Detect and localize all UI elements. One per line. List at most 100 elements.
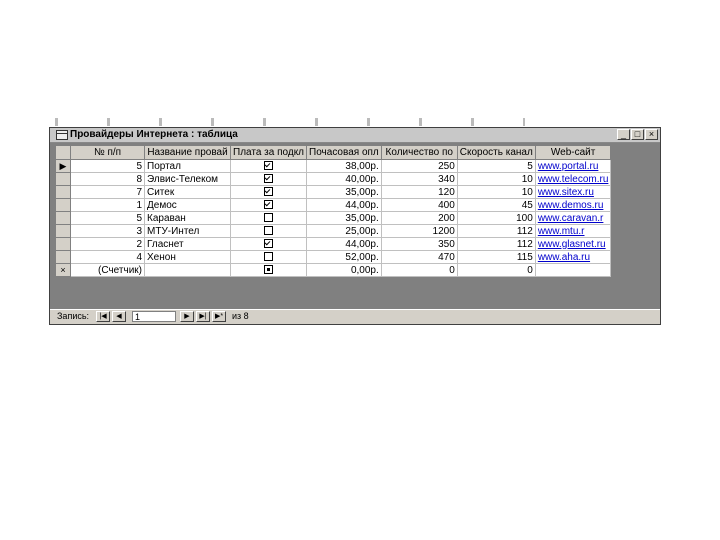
name-cell[interactable]: Элвис-Телеком <box>144 172 231 186</box>
site-cell[interactable] <box>534 263 612 277</box>
checkbox[interactable] <box>264 200 273 210</box>
count-cell[interactable]: 400 <box>380 198 458 212</box>
record-selector[interactable] <box>55 185 71 199</box>
column-header[interactable]: Количество по <box>380 145 458 160</box>
id-cell[interactable]: 3 <box>70 224 145 238</box>
hourly-cell[interactable]: 40,00р. <box>306 172 382 186</box>
website-link[interactable]: www.demos.ru <box>538 200 604 211</box>
record-selector[interactable]: × <box>55 263 71 277</box>
record-selector[interactable] <box>55 250 71 264</box>
fee-cell[interactable] <box>229 172 308 186</box>
speed-cell[interactable]: 112 <box>456 237 536 251</box>
last-record-button[interactable]: ▶| <box>196 311 210 322</box>
name-cell[interactable]: Караван <box>144 211 231 225</box>
column-header[interactable]: Web-сайт <box>534 145 612 160</box>
checkbox[interactable] <box>264 226 273 236</box>
fee-cell[interactable] <box>229 159 308 173</box>
name-cell[interactable] <box>144 263 231 277</box>
table-row[interactable]: 4 Хенон 52,00р. 470 115 www.aha.ru <box>55 250 612 264</box>
table-row[interactable]: 1 Демос 44,00р. 400 45 www.demos.ru <box>55 198 612 212</box>
site-cell[interactable]: www.portal.ru <box>534 159 612 173</box>
minimize-button[interactable]: _ <box>617 129 630 140</box>
speed-cell[interactable]: 115 <box>456 250 536 264</box>
id-cell[interactable]: 4 <box>70 250 145 264</box>
count-cell[interactable]: 200 <box>380 211 458 225</box>
close-button[interactable]: × <box>645 129 658 140</box>
id-cell[interactable]: 7 <box>70 185 145 199</box>
record-selector[interactable] <box>55 172 71 186</box>
name-cell[interactable]: МТУ-Интел <box>144 224 231 238</box>
id-cell[interactable]: 5 <box>70 211 145 225</box>
site-cell[interactable]: www.mtu.r <box>534 224 612 238</box>
record-selector[interactable] <box>55 211 71 225</box>
name-cell[interactable]: Демос <box>144 198 231 212</box>
checkbox[interactable] <box>264 252 273 262</box>
id-cell[interactable]: 8 <box>70 172 145 186</box>
column-header[interactable]: № п/п <box>70 145 145 160</box>
website-link[interactable]: www.caravan.r <box>538 213 604 224</box>
speed-cell[interactable]: 10 <box>456 172 536 186</box>
website-link[interactable]: www.mtu.r <box>538 226 585 237</box>
record-selector[interactable] <box>55 237 71 251</box>
fee-cell[interactable] <box>229 263 308 277</box>
website-link[interactable]: www.portal.ru <box>538 161 599 172</box>
record-selector[interactable]: ▶ <box>55 159 71 173</box>
table-row[interactable]: 2 Гласнет 44,00р. 350 112 www.glasnet.ru <box>55 237 612 251</box>
site-cell[interactable]: www.telecom.ru <box>534 172 612 186</box>
hourly-cell[interactable]: 44,00р. <box>306 198 382 212</box>
checkbox[interactable] <box>264 174 273 184</box>
name-cell[interactable]: Портал <box>144 159 231 173</box>
site-cell[interactable]: www.sitex.ru <box>534 185 612 199</box>
site-cell[interactable]: www.demos.ru <box>534 198 612 212</box>
fee-cell[interactable] <box>229 224 308 238</box>
table-row[interactable]: × (Счетчик) 0,00р. 0 0 <box>55 263 612 277</box>
table-row[interactable]: 7 Ситек 35,00р. 120 10 www.sitex.ru <box>55 185 612 199</box>
speed-cell[interactable]: 112 <box>456 224 536 238</box>
website-link[interactable]: www.aha.ru <box>538 252 590 263</box>
column-header[interactable]: Скорость канал <box>456 145 536 160</box>
count-cell[interactable]: 120 <box>380 185 458 199</box>
table-row[interactable]: 8 Элвис-Телеком 40,00р. 340 10 www.telecom.ru <box>55 172 612 186</box>
speed-cell[interactable]: 5 <box>456 159 536 173</box>
record-number-input[interactable] <box>132 311 176 322</box>
name-cell[interactable]: Гласнет <box>144 237 231 251</box>
record-selector[interactable] <box>55 198 71 212</box>
count-cell[interactable]: 340 <box>380 172 458 186</box>
hourly-cell[interactable]: 38,00р. <box>306 159 382 173</box>
checkbox[interactable] <box>264 265 273 275</box>
fee-cell[interactable] <box>229 198 308 212</box>
id-cell[interactable]: 1 <box>70 198 145 212</box>
speed-cell[interactable]: 100 <box>456 211 536 225</box>
site-cell[interactable]: www.glasnet.ru <box>534 237 612 251</box>
checkbox[interactable] <box>264 213 273 223</box>
website-link[interactable]: www.sitex.ru <box>538 187 594 198</box>
speed-cell[interactable]: 0 <box>456 263 536 277</box>
speed-cell[interactable]: 45 <box>456 198 536 212</box>
count-cell[interactable]: 250 <box>380 159 458 173</box>
count-cell[interactable]: 470 <box>380 250 458 264</box>
select-all-cell[interactable] <box>55 145 71 160</box>
website-link[interactable]: www.telecom.ru <box>538 174 609 185</box>
record-selector[interactable] <box>55 224 71 238</box>
hourly-cell[interactable]: 35,00р. <box>306 211 382 225</box>
fee-cell[interactable] <box>229 185 308 199</box>
checkbox[interactable] <box>264 239 273 249</box>
table-row[interactable]: 3 МТУ-Интел 25,00р. 1200 112 www.mtu.r <box>55 224 612 238</box>
hourly-cell[interactable]: 44,00р. <box>306 237 382 251</box>
name-cell[interactable]: Ситек <box>144 185 231 199</box>
column-header[interactable]: Плата за подкл <box>229 145 308 160</box>
column-header[interactable]: Почасовая опл <box>306 145 382 160</box>
id-cell[interactable]: 5 <box>70 159 145 173</box>
first-record-button[interactable]: |◀ <box>96 311 110 322</box>
hourly-cell[interactable]: 25,00р. <box>306 224 382 238</box>
website-link[interactable]: www.glasnet.ru <box>538 239 606 250</box>
table-row[interactable]: ▶ 5 Портал 38,00р. 250 5 www.portal.ru <box>55 159 612 173</box>
next-record-button[interactable]: ▶ <box>180 311 194 322</box>
column-header[interactable]: Название провай <box>144 145 231 160</box>
title-bar[interactable]: Провайдеры Интернета : таблица _ □ × <box>50 128 660 143</box>
name-cell[interactable]: Хенон <box>144 250 231 264</box>
fee-cell[interactable] <box>229 211 308 225</box>
count-cell[interactable]: 1200 <box>380 224 458 238</box>
fee-cell[interactable] <box>229 237 308 251</box>
id-cell[interactable]: 2 <box>70 237 145 251</box>
